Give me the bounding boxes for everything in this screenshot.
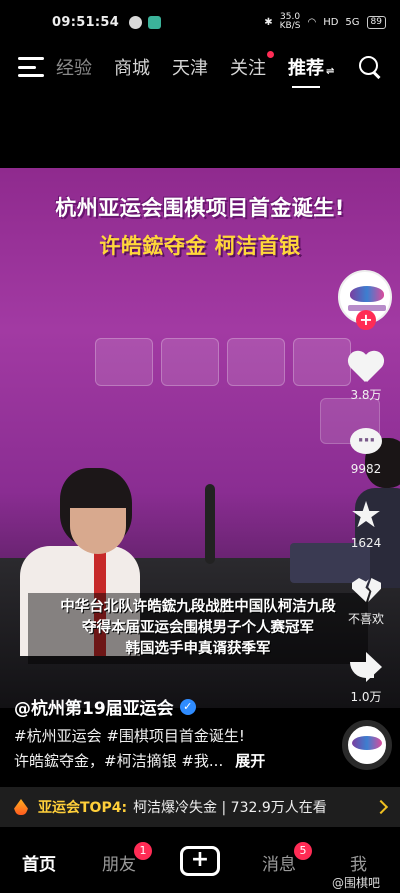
comment-count: 9982: [350, 462, 382, 476]
sponsor-logo: [227, 338, 285, 386]
video-banner: 杭州亚运会围棋项目首金诞生! 许皓鋐夺金 柯洁首银: [0, 192, 400, 260]
tab-following[interactable]: 关注: [230, 51, 274, 80]
like-count: 3.8万: [350, 388, 382, 402]
chevron-right-icon: [373, 799, 389, 815]
sponsor-logo: [95, 338, 153, 386]
messages-badge: 5: [294, 842, 312, 860]
share-button[interactable]: 1.0万: [336, 650, 396, 705]
video-caption: 中华台北队许皓鋐九段战胜中国队柯洁九段 夺得本届亚运会围棋男子个人赛冠军 韩国选…: [28, 593, 368, 664]
microphone: [205, 484, 215, 564]
hot-topic-bar[interactable]: 亚运会TOP4: 柯洁爆冷失金 | 732.9万人在看: [0, 787, 400, 827]
music-disc[interactable]: [342, 720, 392, 770]
signal-label: 5G: [345, 16, 360, 28]
swap-icon: ⇌: [326, 66, 335, 77]
nav-messages[interactable]: 消息 5: [262, 842, 312, 875]
dislike-label: 不喜欢: [347, 612, 384, 626]
tab-tianjin[interactable]: 天津: [172, 54, 208, 80]
share-arrow-icon: [348, 650, 384, 686]
fire-icon: [14, 799, 28, 815]
favorite-count: 1624: [350, 536, 382, 550]
broken-heart-icon: [348, 572, 384, 608]
comment-icon: [348, 424, 384, 460]
message-app-icon: [148, 15, 162, 29]
author-name[interactable]: @杭州第19届亚运会 ✓: [14, 694, 196, 719]
watermark: @围棋吧: [332, 876, 381, 890]
nav-me[interactable]: 我: [350, 850, 367, 875]
nav-friends[interactable]: 朋友 1: [102, 842, 152, 875]
menu-icon[interactable]: [18, 57, 44, 77]
share-count: 1.0万: [350, 690, 382, 704]
network-speed: 35.0 KB/S: [279, 12, 301, 31]
nav-home[interactable]: 首页: [22, 850, 56, 875]
status-time: 09:51:54: [52, 14, 120, 30]
tab-recommend[interactable]: 推荐 ⇌: [288, 54, 335, 88]
video-subline: 许皓鋐夺金 柯洁首银: [99, 234, 301, 258]
hot-topic-title: 亚运会TOP4:: [38, 800, 128, 816]
battery-icon: 89: [366, 15, 386, 29]
asian-games-logo-icon: [350, 286, 384, 302]
wechat-icon: [129, 15, 143, 29]
asian-games-logo-icon: [352, 736, 382, 750]
post-description[interactable]: #杭州亚运会 #围棋项目首金诞生! 许皓鋐夺金，#柯洁摘银 #我... 展开: [14, 724, 334, 774]
expand-button[interactable]: 展开: [235, 752, 265, 770]
like-button[interactable]: 3.8万: [336, 348, 396, 403]
heart-icon: [348, 348, 384, 384]
tab-mall[interactable]: 商城: [114, 54, 150, 80]
sponsor-logo: [161, 338, 219, 386]
new-content-dot: [267, 51, 274, 58]
follow-button[interactable]: +: [356, 310, 376, 330]
favorite-button[interactable]: ★ 1624: [336, 495, 396, 551]
tab-experience[interactable]: 经验: [56, 54, 92, 80]
wifi-icon: ◠: [307, 16, 317, 28]
hot-topic-text: 柯洁爆冷失金 | 732.9万人在看: [133, 800, 327, 816]
friends-badge: 1: [134, 842, 152, 860]
create-button[interactable]: +: [180, 846, 220, 876]
bluetooth-icon: ✱: [264, 16, 273, 28]
video-headline: 杭州亚运会围棋项目首金诞生!: [55, 196, 345, 220]
dislike-button[interactable]: 不喜欢: [336, 572, 396, 627]
star-icon: ★: [349, 495, 383, 536]
status-bar: 09:51:54 ✱ 35.0 KB/S ◠ HD 5G 89: [0, 0, 400, 44]
hd-badge: HD: [323, 16, 339, 28]
search-icon[interactable]: [358, 55, 382, 79]
top-tab-bar: 经验 商城 天津 关注 推荐 ⇌: [0, 44, 400, 90]
comment-button[interactable]: 9982: [336, 424, 396, 476]
verified-icon: ✓: [179, 698, 196, 715]
